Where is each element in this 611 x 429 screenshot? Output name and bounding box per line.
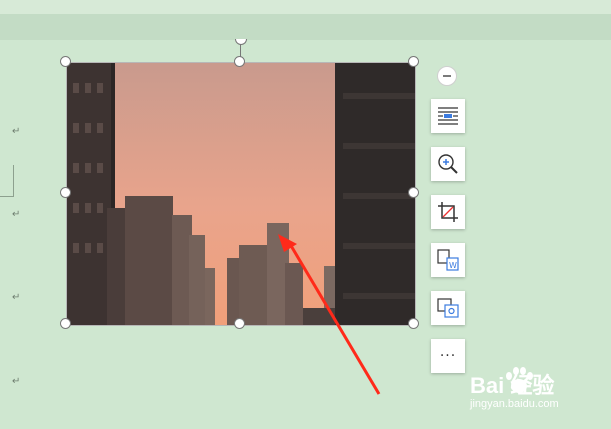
resize-handle-bottom[interactable]	[234, 318, 245, 329]
more-icon: ···	[439, 348, 457, 364]
convert-image-button[interactable]: W	[431, 243, 465, 277]
document-top-ribbon	[0, 0, 611, 40]
crop-icon	[438, 202, 458, 222]
resize-handle-top-right[interactable]	[408, 56, 419, 67]
resize-handle-left[interactable]	[60, 187, 71, 198]
replace-image-button[interactable]	[431, 291, 465, 325]
zoom-in-icon	[438, 154, 458, 174]
zoom-button[interactable]	[431, 147, 465, 181]
collapse-toolbar-button[interactable]	[437, 66, 457, 86]
margin-corner-mark	[13, 165, 14, 197]
paragraph-mark: ↵	[12, 376, 21, 387]
resize-handle-bottom-left[interactable]	[60, 318, 71, 329]
resize-handle-top[interactable]	[234, 56, 245, 67]
watermark-site: jingyan.baidu.com	[470, 398, 559, 410]
replace-image-icon	[437, 298, 459, 318]
paragraph-mark: ↵	[12, 126, 21, 137]
baidu-jingyan-watermark: Bai 经验 jingyan.baidu.com	[470, 364, 611, 416]
paw-logo-icon	[506, 367, 533, 393]
selected-image[interactable]	[66, 62, 416, 326]
margin-corner-mark	[0, 196, 14, 197]
crop-button[interactable]	[431, 195, 465, 229]
wrap-text-icon	[438, 107, 458, 125]
resize-handle-right[interactable]	[408, 187, 419, 198]
rotate-handle[interactable]	[235, 39, 247, 45]
resize-handle-top-left[interactable]	[60, 56, 71, 67]
svg-text:W: W	[449, 261, 457, 270]
paragraph-mark: ↵	[12, 292, 21, 303]
paragraph-mark: ↵	[12, 209, 21, 220]
wrap-text-button[interactable]	[431, 99, 465, 133]
resize-handle-bottom-right[interactable]	[408, 318, 419, 329]
sunset-city-photo	[67, 63, 415, 325]
more-options-button[interactable]: ···	[431, 339, 465, 373]
image-convert-icon: W	[437, 249, 459, 271]
